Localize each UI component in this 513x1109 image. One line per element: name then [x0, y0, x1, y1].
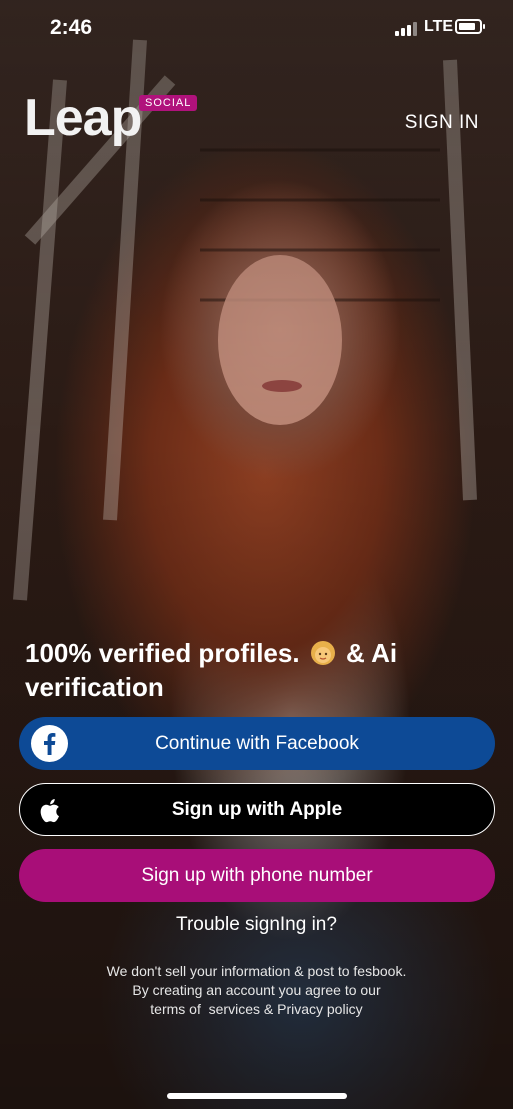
- legal-line-2: By creating an account you agree to our: [132, 982, 381, 998]
- sign-in-link[interactable]: SIGN IN: [405, 112, 479, 134]
- apple-icon: [40, 799, 60, 823]
- woman-emoji-icon: [310, 641, 335, 665]
- trouble-signing-in-link[interactable]: Trouble signIng in?: [0, 914, 513, 936]
- login-screen: 2:46 LTE Leap SOCIAL SIGN IN 100% verifi…: [0, 0, 513, 1109]
- sign-up-phone-button[interactable]: Sign up with phone number: [19, 849, 495, 902]
- legal-terms-link[interactable]: terms of services & Privacy policy: [0, 1000, 513, 1019]
- app-logo: Leap: [24, 89, 142, 147]
- logo-badge: SOCIAL: [139, 95, 198, 111]
- network-label: LTE: [424, 18, 454, 35]
- phone-button-label: Sign up with phone number: [141, 864, 373, 886]
- facebook-icon: [31, 725, 68, 762]
- continue-facebook-button[interactable]: Continue with Facebook: [19, 717, 495, 770]
- battery-icon: [455, 19, 485, 34]
- facebook-button-label: Continue with Facebook: [155, 732, 359, 754]
- headline-text-start: 100% verified profiles.: [25, 638, 300, 668]
- status-time: 2:46: [50, 16, 93, 39]
- status-bar: 2:46 LTE: [0, 0, 513, 56]
- signal-icon: [395, 22, 417, 36]
- sign-up-apple-button[interactable]: Sign up with Apple: [19, 783, 495, 836]
- legal-text: We don't sell your information & post to…: [0, 962, 513, 1019]
- background-overlay: [0, 0, 513, 1109]
- home-indicator[interactable]: [167, 1093, 347, 1099]
- apple-button-label: Sign up with Apple: [171, 798, 343, 820]
- legal-line-1: We don't sell your information & post to…: [106, 963, 407, 979]
- headline: 100% verified profiles. & Ai verificatio…: [25, 636, 485, 704]
